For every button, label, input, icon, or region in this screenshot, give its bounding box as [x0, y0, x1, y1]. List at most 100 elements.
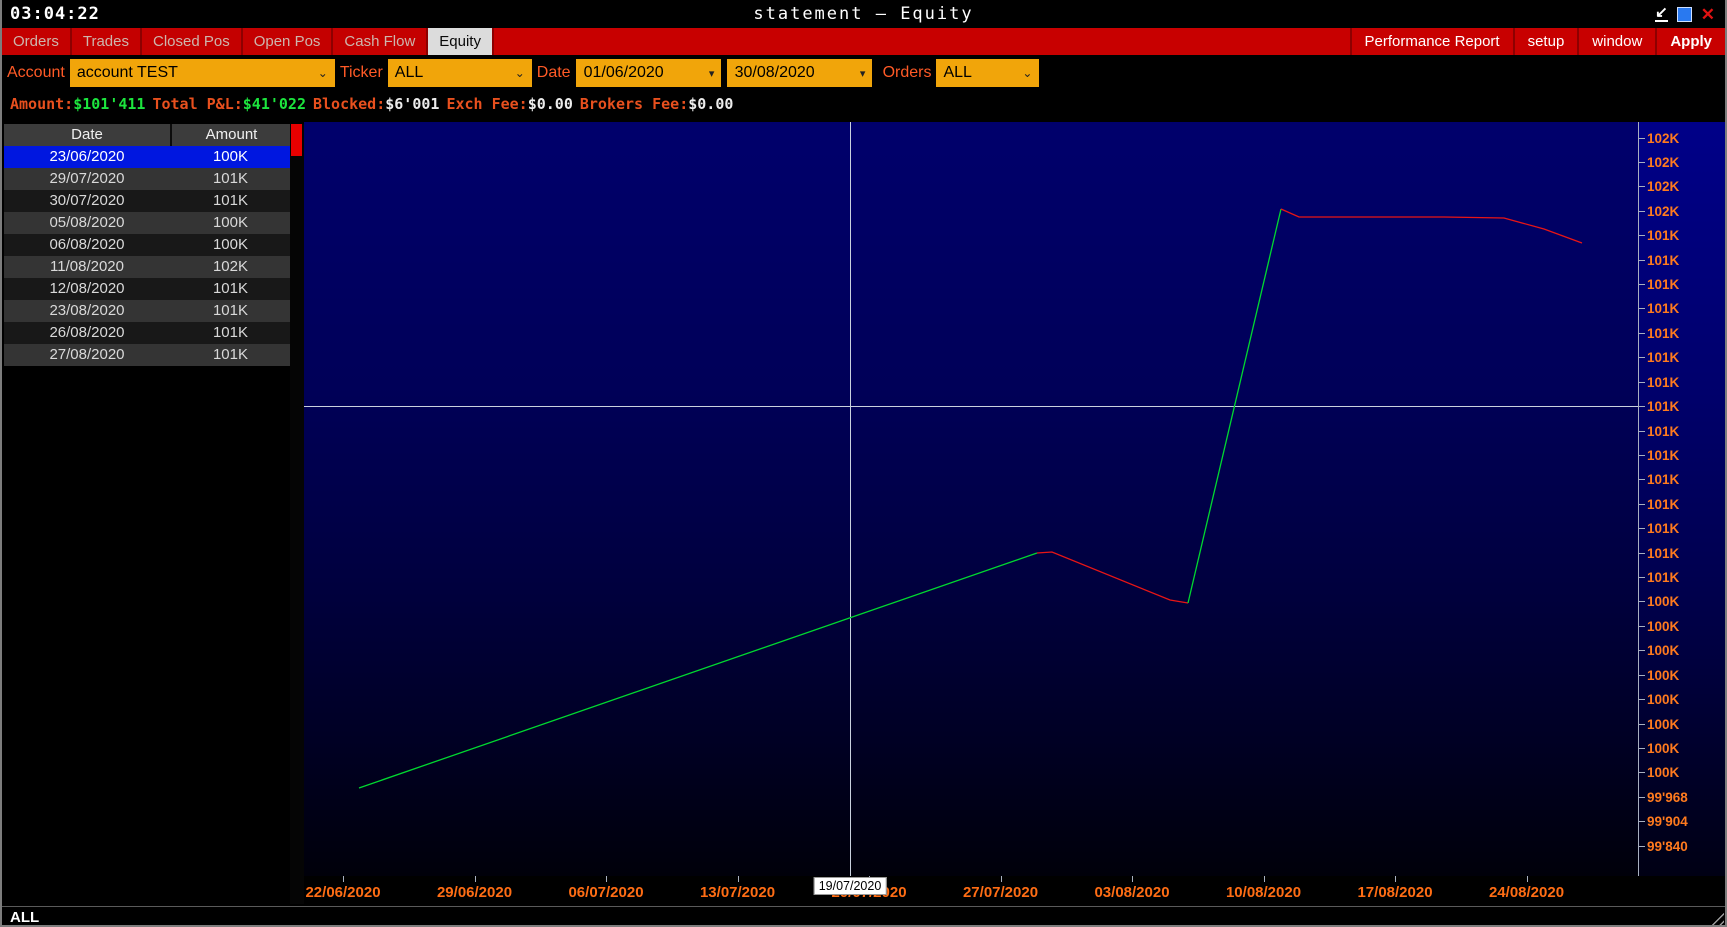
- menu-action-window[interactable]: window: [1577, 28, 1655, 55]
- resize-grip-icon[interactable]: [1709, 912, 1724, 927]
- table-row[interactable]: 06/08/2020100K: [4, 234, 291, 256]
- y-axis-label: 101K: [1639, 228, 1679, 244]
- status-label: Amount:: [10, 95, 73, 113]
- account-dropdown[interactable]: account TEST ⌄: [70, 59, 335, 87]
- cell-date: 30/07/2020: [4, 190, 170, 212]
- footer-bar: ALL: [2, 906, 1725, 927]
- x-tick-mark: [1132, 876, 1133, 882]
- ticker-value: ALL: [395, 64, 423, 82]
- y-axis-label: 100K: [1639, 594, 1679, 610]
- y-axis-label: 101K: [1639, 374, 1679, 390]
- tab-orders[interactable]: Orders: [2, 28, 72, 55]
- y-axis-label: 99'968: [1639, 789, 1688, 805]
- y-axis-label: 100K: [1639, 692, 1679, 708]
- cell-amount: 101K: [170, 322, 291, 344]
- y-tick-mark: [1639, 553, 1645, 554]
- table-row[interactable]: 23/08/2020101K: [4, 300, 291, 322]
- x-axis-label: 13/07/2020: [700, 884, 775, 901]
- status-item: Amount:$101'411: [10, 95, 145, 113]
- menu-action-performance-report[interactable]: Performance Report: [1350, 28, 1513, 55]
- date-from-field[interactable]: 01/06/2020 ▾: [576, 59, 721, 87]
- y-tick-mark: [1639, 748, 1645, 749]
- table-header: Date Amount: [4, 124, 291, 146]
- y-axis-label: 102K: [1639, 154, 1679, 170]
- chevron-down-icon[interactable]: ▾: [854, 67, 872, 80]
- window-title: statement – Equity: [2, 4, 1725, 24]
- table-row[interactable]: 26/08/2020101K: [4, 322, 291, 344]
- menu-bar: OrdersTradesClosed PosOpen PosCash FlowE…: [2, 28, 1725, 55]
- x-axis-label: 29/06/2020: [437, 884, 512, 901]
- orders-dropdown[interactable]: ALL ⌄: [936, 59, 1039, 87]
- vertical-scrollbar[interactable]: [290, 124, 304, 904]
- y-axis-label: 101K: [1639, 301, 1679, 317]
- tab-closed-pos[interactable]: Closed Pos: [142, 28, 243, 55]
- close-icon[interactable]: ✕: [1701, 7, 1715, 22]
- x-tick-mark: [475, 876, 476, 882]
- cell-date: 12/08/2020: [4, 278, 170, 300]
- main-area: Date Amount 23/06/2020100K29/07/2020101K…: [2, 116, 1725, 906]
- chevron-down-icon[interactable]: ▾: [703, 67, 721, 80]
- menu-action-apply[interactable]: Apply: [1655, 28, 1725, 55]
- equity-curve: [304, 122, 1727, 876]
- y-axis-label-text: 99'904: [1647, 814, 1688, 829]
- status-value: $41'022: [243, 95, 306, 113]
- y-axis-label-text: 100K: [1647, 692, 1679, 707]
- y-tick-mark: [1639, 211, 1645, 212]
- x-tick-mark: [1264, 876, 1265, 882]
- table-row[interactable]: 12/08/2020101K: [4, 278, 291, 300]
- ticker-label: Ticker: [335, 64, 388, 82]
- y-axis-label: 101K: [1639, 545, 1679, 561]
- tab-cash-flow[interactable]: Cash Flow: [333, 28, 428, 55]
- tab-open-pos[interactable]: Open Pos: [243, 28, 334, 55]
- y-tick-mark: [1639, 260, 1645, 261]
- cell-amount: 101K: [170, 190, 291, 212]
- cell-amount: 100K: [170, 234, 291, 256]
- table-row[interactable]: 29/07/2020101K: [4, 168, 291, 190]
- status-label: Exch Fee:: [446, 95, 527, 113]
- maximize-icon[interactable]: [1677, 7, 1692, 22]
- x-tick-mark: [1395, 876, 1396, 882]
- status-value: $0.00: [688, 95, 733, 113]
- y-axis-label: 101K: [1639, 472, 1679, 488]
- scrollbar-thumb[interactable]: [291, 124, 302, 156]
- cell-date: 06/08/2020: [4, 234, 170, 256]
- y-axis-label: 100K: [1639, 741, 1679, 757]
- y-tick-mark: [1639, 162, 1645, 163]
- tab-trades[interactable]: Trades: [72, 28, 142, 55]
- cell-date: 23/08/2020: [4, 300, 170, 322]
- x-tick-mark: [343, 876, 344, 882]
- table-row[interactable]: 23/06/2020100K: [4, 146, 291, 168]
- y-axis-label-text: 101K: [1647, 375, 1679, 390]
- x-axis-strip: 22/06/202029/06/202006/07/202013/07/2020…: [304, 876, 1727, 906]
- date-label: Date: [532, 64, 576, 82]
- y-axis-label: 100K: [1639, 716, 1679, 732]
- tab-equity[interactable]: Equity: [428, 28, 494, 55]
- status-item: Total P&L:$41'022: [152, 95, 306, 113]
- equity-chart[interactable]: 102K102K102K102K101K101K101K101K101K101K…: [304, 122, 1727, 876]
- cell-amount: 102K: [170, 256, 291, 278]
- y-axis-label-text: 102K: [1647, 131, 1679, 146]
- x-tick-mark: [1001, 876, 1002, 882]
- minimize-icon[interactable]: ↙: [1655, 7, 1668, 22]
- ticker-dropdown[interactable]: ALL ⌄: [388, 59, 532, 87]
- table-row[interactable]: 05/08/2020100K: [4, 212, 291, 234]
- table-row[interactable]: 30/07/2020101K: [4, 190, 291, 212]
- menu-action-setup[interactable]: setup: [1513, 28, 1578, 55]
- table-row[interactable]: 27/08/2020101K: [4, 344, 291, 366]
- y-axis-label-text: 101K: [1647, 521, 1679, 536]
- date-to-field[interactable]: 30/08/2020 ▾: [727, 59, 872, 87]
- status-value: $101'411: [73, 95, 145, 113]
- y-tick-mark: [1639, 455, 1645, 456]
- y-tick-mark: [1639, 186, 1645, 187]
- cell-amount: 101K: [170, 344, 291, 366]
- y-tick-mark: [1639, 284, 1645, 285]
- x-tick-mark: [606, 876, 607, 882]
- y-axis-label-text: 100K: [1647, 594, 1679, 609]
- y-tick-mark: [1639, 797, 1645, 798]
- y-axis-label: 101K: [1639, 447, 1679, 463]
- y-axis-label: 101K: [1639, 496, 1679, 512]
- table-row[interactable]: 11/08/2020102K: [4, 256, 291, 278]
- y-tick-mark: [1639, 308, 1645, 309]
- y-axis-label: 101K: [1639, 277, 1679, 293]
- filter-bar: Account account TEST ⌄ Ticker ALL ⌄ Date…: [2, 55, 1725, 91]
